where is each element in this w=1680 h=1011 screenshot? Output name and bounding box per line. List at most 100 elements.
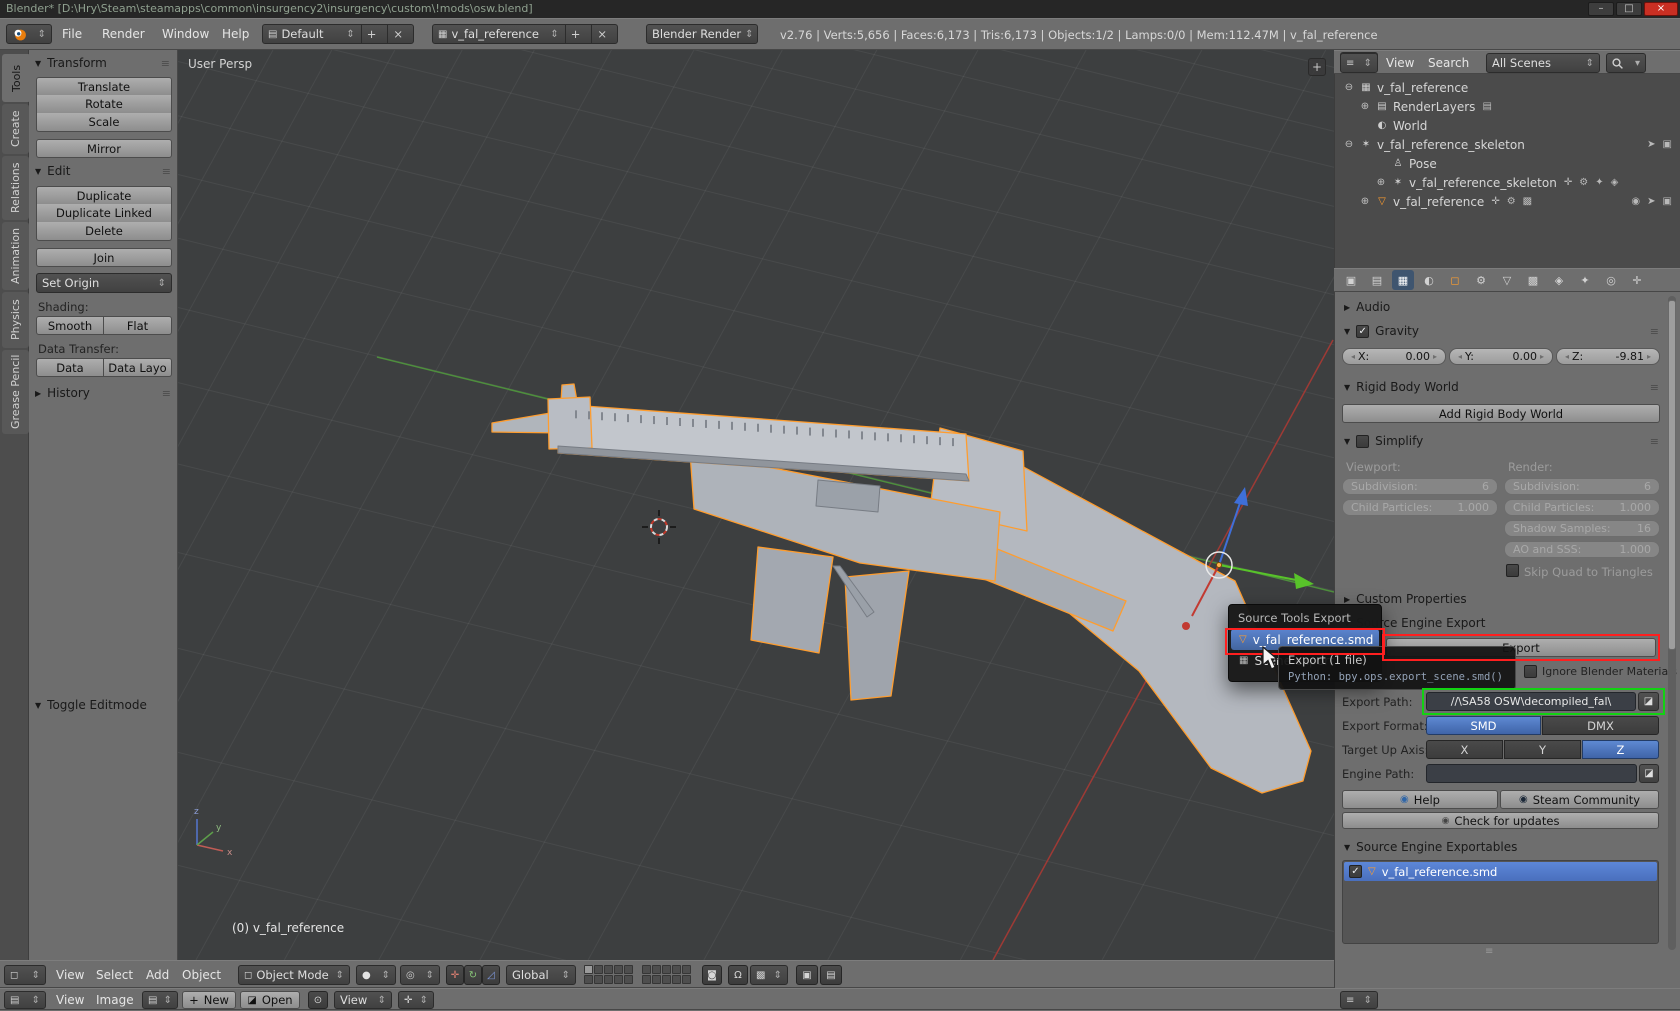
- layer-toggle[interactable]: [652, 975, 661, 984]
- open-image-button[interactable]: ◪ Open: [240, 991, 300, 1009]
- region-expand-icon[interactable]: +: [1308, 58, 1326, 76]
- menu-view[interactable]: View: [56, 961, 84, 989]
- panel-grip-icon[interactable]: ≡: [1650, 381, 1660, 394]
- outliner-item-label[interactable]: v_fal_reference: [1377, 81, 1468, 95]
- editor-type-image[interactable]: ▤ ⇕: [4, 991, 46, 1009]
- layer-toggle[interactable]: [584, 975, 593, 984]
- menu-window[interactable]: Window: [162, 19, 209, 49]
- outliner-row[interactable]: ◐ World: [1335, 116, 1680, 135]
- image-view-dropdown[interactable]: View ⇕: [334, 991, 392, 1009]
- layer-toggle[interactable]: [614, 975, 623, 984]
- panel-grip-icon[interactable]: ≡: [162, 387, 172, 400]
- shadow-samples-field[interactable]: Shadow Samples: 16: [1504, 520, 1660, 537]
- data-button[interactable]: Data: [36, 358, 104, 377]
- editor-type-dropdown[interactable]: ⇕: [6, 24, 52, 44]
- list-resize-grip[interactable]: ≡: [1485, 946, 1495, 957]
- layer-toggle[interactable]: [614, 965, 623, 974]
- help-button[interactable]: ◉ Help: [1342, 790, 1498, 809]
- tab-create[interactable]: Create: [2, 104, 29, 154]
- image-browse-dropdown[interactable]: ▤ ⇕: [142, 991, 178, 1009]
- properties-tab-render[interactable]: ▣: [1340, 270, 1362, 290]
- gravity-y-field[interactable]: ◂ Y: 0.00 ▸: [1449, 348, 1553, 365]
- sparkle-icon[interactable]: ✦: [1595, 177, 1603, 188]
- rifle-gas-block[interactable]: [547, 396, 593, 450]
- panel-simplify-header[interactable]: ▼ Simplify ≡: [1344, 434, 1660, 448]
- diamond-icon[interactable]: ◈: [1611, 177, 1619, 188]
- properties-tab-object-data[interactable]: ▽: [1496, 270, 1518, 290]
- gravity-x-field[interactable]: ◂ X: 0.00 ▸: [1342, 348, 1446, 365]
- grid-icon[interactable]: ▩: [1523, 196, 1532, 207]
- layer-toggle[interactable]: [682, 975, 691, 984]
- pointer-icon[interactable]: ➤: [1647, 139, 1655, 150]
- panel-grip-icon[interactable]: ≡: [1650, 325, 1660, 338]
- properties-tab-render-layers[interactable]: ▤: [1366, 270, 1388, 290]
- panel-rigid-body-header[interactable]: ▼ Rigid Body World ≡: [1344, 380, 1660, 394]
- duplicate-button[interactable]: Duplicate: [36, 186, 172, 205]
- delete-button[interactable]: Delete: [36, 222, 172, 241]
- panel-grip-icon[interactable]: ≡: [162, 165, 172, 178]
- viewport-canvas[interactable]: x z y: [178, 50, 1334, 960]
- tab-grease-pencil[interactable]: Grease Pencil: [2, 350, 29, 434]
- data-layout-button[interactable]: Data Layo: [104, 358, 172, 377]
- wrench-icon[interactable]: ⚙: [1507, 196, 1516, 207]
- menu-render[interactable]: Render: [102, 19, 145, 49]
- viewport-subdivision-field[interactable]: Subdivision: 6: [1342, 478, 1498, 495]
- axis-x-toggle[interactable]: X: [1426, 740, 1503, 759]
- export-path-browse-button[interactable]: ◪: [1638, 692, 1659, 711]
- layer-toggle[interactable]: [682, 965, 691, 974]
- properties-tab-physics[interactable]: ◎: [1600, 270, 1622, 290]
- tab-tools[interactable]: Tools: [2, 54, 31, 102]
- menu-add[interactable]: Add: [146, 961, 169, 989]
- layer-toggle[interactable]: [624, 975, 633, 984]
- snap-toggle[interactable]: Ω: [728, 965, 748, 985]
- render-child-particles-field[interactable]: Child Particles: 1.000: [1504, 499, 1660, 516]
- ignore-materials-checkbox[interactable]: [1524, 665, 1537, 678]
- outliner-row[interactable]: ⊕ ▽ v_fal_reference ✛ ⚙ ▩ ◉ ➤ ▣: [1335, 192, 1680, 211]
- viewport-shading-dropdown[interactable]: ● ⇕: [356, 965, 396, 985]
- format-smd-toggle[interactable]: SMD: [1426, 716, 1541, 735]
- ao-sss-field[interactable]: AO and SSS: 1.000: [1504, 541, 1660, 558]
- shade-smooth-button[interactable]: Smooth: [36, 316, 104, 335]
- layer-toggle[interactable]: [584, 965, 593, 974]
- manipulator-x-arrowhead[interactable]: [1182, 622, 1190, 630]
- opengl-render-button[interactable]: ▣: [796, 965, 818, 985]
- delete-scene-button[interactable]: ×: [591, 25, 612, 43]
- properties-tab-particles[interactable]: ✦: [1574, 270, 1596, 290]
- editor-type-3dview[interactable]: ◻ ⇕: [4, 965, 46, 985]
- menu-view[interactable]: View: [1386, 51, 1414, 75]
- layer-toggle[interactable]: [594, 965, 603, 974]
- panel-source-export-header[interactable]: ▼ Source Engine Export: [1344, 616, 1660, 630]
- expand-toggle-icon[interactable]: ⊕: [1359, 101, 1371, 112]
- outliner-item-label[interactable]: RenderLayers: [1393, 100, 1475, 114]
- layer-toggle[interactable]: [662, 965, 671, 974]
- tab-animation[interactable]: Animation: [2, 222, 29, 290]
- screen-layout-selector[interactable]: ▤ Default ⇕ + ×: [262, 24, 414, 44]
- pin-toggle[interactable]: ⊙: [308, 991, 328, 1009]
- properties-tab-texture[interactable]: ◈: [1548, 270, 1570, 290]
- exportable-checkbox[interactable]: ✓: [1349, 865, 1362, 878]
- expand-toggle-icon[interactable]: ⊕: [1359, 196, 1371, 207]
- manipulator-translate-toggle[interactable]: ✛: [446, 965, 464, 985]
- uv-pivot-dropdown[interactable]: ✛ ⇕: [398, 991, 434, 1009]
- maximize-button[interactable]: □: [1616, 2, 1642, 16]
- panel-grip-icon[interactable]: ≡: [161, 57, 171, 70]
- panel-edit-header[interactable]: ▼ Edit ≡: [35, 164, 172, 178]
- snap-element-dropdown[interactable]: ▩ ⇕: [750, 965, 788, 985]
- render-engine-dropdown[interactable]: Blender Render ⇕: [646, 24, 758, 44]
- panel-transform-header[interactable]: ▼ Transform ≡: [35, 56, 171, 70]
- layer-toggle[interactable]: [662, 975, 671, 984]
- outliner-row[interactable]: ⊖ ▦ v_fal_reference: [1335, 78, 1680, 97]
- outliner-search-button[interactable]: ▾: [1606, 53, 1646, 73]
- properties-tab-constraints[interactable]: ✛: [1626, 270, 1648, 290]
- panel-grip-icon[interactable]: ≡: [1650, 435, 1660, 448]
- manipulator-rotate-toggle[interactable]: ↻: [464, 965, 482, 985]
- layer-toggle[interactable]: [604, 965, 613, 974]
- eye-icon[interactable]: ◉: [1631, 196, 1640, 207]
- menu-object[interactable]: Object: [182, 961, 221, 989]
- outliner-row[interactable]: ⊖ ✶ v_fal_reference_skeleton ➤ ▣: [1335, 135, 1680, 154]
- menu-search[interactable]: Search: [1428, 51, 1469, 75]
- translate-button[interactable]: Translate: [36, 77, 172, 96]
- simplify-checkbox[interactable]: [1356, 434, 1370, 448]
- properties-scrollbar-thumb[interactable]: [1668, 300, 1676, 650]
- editor-type-outliner[interactable]: ≡ ⇕: [1340, 53, 1378, 73]
